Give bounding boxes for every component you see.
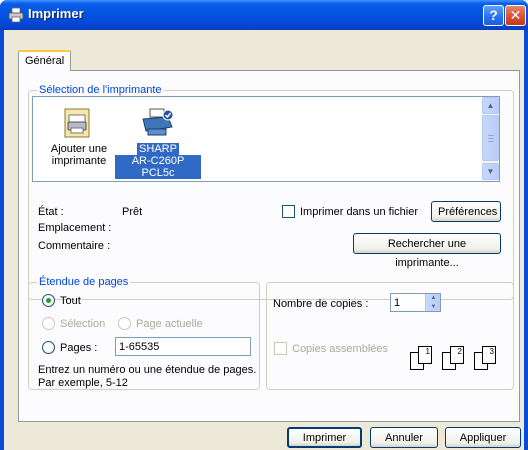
printer-item-add-line1: Ajouter une [50, 143, 108, 155]
scroll-thumb[interactable] [482, 115, 499, 161]
location-label: Emplacement : [38, 222, 112, 234]
printer-item-sharp[interactable]: SHARP AR-C260P PCL5c [115, 107, 201, 179]
cancel-button[interactable]: Annuler [370, 427, 438, 448]
print-dialog: Imprimer ? ✕ Général Sélection de l'impr… [0, 0, 528, 450]
close-icon: ✕ [509, 7, 522, 23]
collate-page-1b: 1 [425, 347, 430, 356]
radio-selection[interactable] [42, 317, 55, 330]
copies-spinner[interactable]: ▲ ▼ [425, 294, 440, 311]
collate-page-2b: 2 [457, 347, 462, 356]
print-to-file-label: Imprimer dans un fichier [300, 206, 418, 218]
copies-count-label: Nombre de copies : [273, 298, 369, 310]
printer-selection-legend: Sélection de l'imprimante [37, 84, 164, 96]
radio-pages-label: Pages : [60, 342, 98, 354]
spin-down-icon[interactable]: ▼ [426, 303, 441, 311]
find-printer-button[interactable]: Rechercher une imprimante... [353, 233, 501, 269]
collate-checkbox[interactable] [274, 342, 287, 355]
print-to-file-checkbox[interactable] [282, 205, 295, 218]
page-range-hint-line1: Entrez un numéro ou une étendue de pages… [38, 364, 257, 376]
radio-current-page-label: Page actuelle [136, 318, 203, 330]
scroll-up-button[interactable]: ▲ [482, 97, 499, 114]
radio-all-label: Tout [60, 295, 81, 307]
tab-label: Général [25, 55, 65, 67]
state-label: État : [38, 206, 64, 218]
help-button[interactable]: ? [483, 5, 504, 26]
close-button[interactable]: ✕ [505, 5, 526, 26]
printer-item-sharp-line2: AR-C260P PCL5c [115, 155, 201, 179]
dialog-body: Général Sélection de l'imprimante Ajoute… [4, 30, 524, 450]
page-range-legend: Étendue de pages [37, 276, 131, 288]
collate-label: Copies assemblées [292, 343, 388, 355]
scroll-up-icon: ▲ [486, 101, 495, 110]
window-title: Imprimer [28, 6, 84, 21]
radio-all[interactable] [42, 294, 55, 307]
printer-icon [142, 108, 174, 136]
comment-label: Commentaire : [38, 240, 111, 252]
printer-list[interactable]: Ajouter une imprimante SHARP AR-C260P PC… [32, 96, 500, 182]
add-printer-icon [64, 108, 90, 138]
tab-general[interactable]: Général [18, 50, 72, 71]
printer-title-icon [8, 7, 24, 23]
state-value: Prêt [122, 206, 143, 218]
printer-list-scrollbar[interactable]: ▲ ▼ [482, 97, 499, 181]
preferences-button[interactable]: Préférences [431, 201, 501, 222]
printer-item-sharp-line1: SHARP [137, 143, 179, 155]
radio-current-page[interactable] [118, 317, 131, 330]
collate-page-3b: 3 [489, 347, 494, 356]
page-range-hint-line2: Par exemple, 5-12 [38, 377, 128, 389]
collate-pages-icon: 1 1 2 2 3 3 [410, 338, 506, 378]
radio-pages[interactable] [42, 341, 55, 354]
title-bar[interactable]: Imprimer ? ✕ [0, 0, 528, 30]
print-button[interactable]: Imprimer [287, 427, 362, 448]
apply-button[interactable]: Appliquer [445, 427, 521, 448]
help-icon: ? [489, 7, 498, 23]
printer-item-add-line2: imprimante [51, 155, 107, 167]
spin-up-icon[interactable]: ▲ [426, 294, 441, 302]
pages-input[interactable] [115, 337, 251, 356]
radio-selection-label: Sélection [60, 318, 106, 330]
scroll-down-button[interactable]: ▼ [482, 163, 499, 180]
printer-item-add[interactable]: Ajouter une imprimante [43, 107, 115, 167]
scroll-down-icon: ▼ [486, 167, 495, 176]
